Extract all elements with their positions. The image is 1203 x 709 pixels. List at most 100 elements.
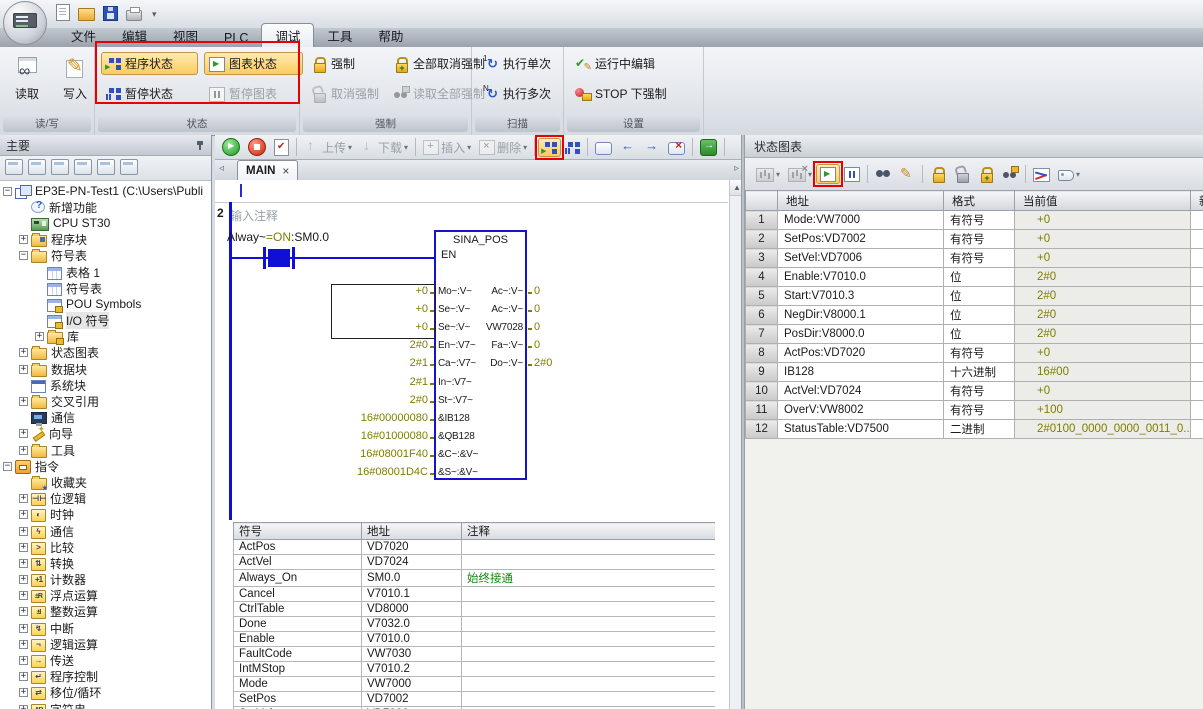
upload-button[interactable]: 上传▾ xyxy=(300,137,356,158)
dropdown-caret-icon[interactable]: ▾ xyxy=(467,143,471,152)
ribbon-button[interactable]: 强制 xyxy=(306,52,382,75)
format-cell[interactable]: 位 xyxy=(944,325,1015,344)
tree-item[interactable]: +通信 xyxy=(0,523,211,539)
comment-cell[interactable] xyxy=(462,632,716,647)
dropdown-caret-icon[interactable]: ▾ xyxy=(776,170,780,179)
tree-expander-icon[interactable]: + xyxy=(19,607,28,616)
comment-cell[interactable] xyxy=(462,555,716,570)
tree-item[interactable]: +向导 xyxy=(0,426,211,442)
symbol-cell[interactable]: Done xyxy=(234,617,362,632)
menu-tab[interactable]: 编辑 xyxy=(109,24,160,47)
dropdown-caret-icon[interactable]: ▾ xyxy=(1076,170,1080,179)
tree-expander-icon[interactable]: + xyxy=(19,365,28,374)
insert-button[interactable]: 插入▾ xyxy=(419,137,475,158)
customize-quick-access-icon[interactable]: ▾ xyxy=(152,9,157,20)
format-cell[interactable]: 位 xyxy=(944,268,1015,287)
print-button[interactable] xyxy=(126,5,142,24)
clear-bookmarks-button[interactable] xyxy=(664,138,689,157)
project-view-button[interactable] xyxy=(5,158,23,178)
ribbon-button[interactable]: 执行单次 xyxy=(478,52,564,75)
new-value-cell[interactable] xyxy=(1191,249,1203,268)
ribbon-button[interactable]: 取消强制 xyxy=(306,82,382,105)
cross-reference-view-button[interactable] xyxy=(97,158,115,178)
address-cell[interactable]: Enable:V7010.0 xyxy=(778,268,944,287)
data-block-view-button[interactable] xyxy=(74,158,92,178)
menu-tab[interactable]: PLC xyxy=(211,29,261,47)
row-number-cell[interactable]: 8 xyxy=(746,344,778,363)
tree-item[interactable]: −EP3E-PN-Test1 (C:\Users\Publi xyxy=(0,183,211,199)
comment-cell[interactable] xyxy=(462,647,716,662)
dropdown-caret-icon[interactable]: ▾ xyxy=(808,170,812,179)
address-cell[interactable]: VW7030 xyxy=(362,647,462,662)
tree-item[interactable]: +整数运算 xyxy=(0,604,211,620)
tree-item[interactable]: CPU ST30 xyxy=(0,215,211,231)
table-row[interactable]: 1Mode:VW7000有符号+0 xyxy=(746,211,1203,230)
table-row[interactable]: 9IB128十六进制16#00 xyxy=(746,363,1203,382)
table-row[interactable]: IntMStopV7010.2 xyxy=(234,662,716,677)
table-row[interactable]: 3SetVel:VD7006有符号+0 xyxy=(746,249,1203,268)
address-cell[interactable]: SetVel:VD7006 xyxy=(778,249,944,268)
tree-item[interactable]: +中断 xyxy=(0,620,211,636)
current-value-cell[interactable]: 16#00 xyxy=(1015,363,1191,382)
previous-bookmark-button[interactable] xyxy=(616,137,640,157)
current-value-cell[interactable]: 2#0100_0000_0000_0011_0... xyxy=(1015,420,1191,439)
address-cell[interactable]: SM0.0 xyxy=(362,570,462,587)
format-cell[interactable]: 位 xyxy=(944,287,1015,306)
tree-expander-icon[interactable]: + xyxy=(19,543,28,552)
format-cell[interactable]: 有符号 xyxy=(944,249,1015,268)
comment-cell[interactable] xyxy=(462,692,716,707)
read-button[interactable]: 读取 xyxy=(6,52,48,102)
comment-cell[interactable] xyxy=(462,677,716,692)
menu-tab[interactable]: 工具 xyxy=(314,24,365,47)
address-cell[interactable]: VD7002 xyxy=(362,692,462,707)
table-row[interactable]: 5Start:V7010.3位2#0 xyxy=(746,287,1203,306)
tree-item[interactable]: +转换 xyxy=(0,555,211,571)
symbol-cell[interactable]: Cancel xyxy=(234,587,362,602)
format-cell[interactable]: 二进制 xyxy=(944,420,1015,439)
tab-close-icon[interactable]: × xyxy=(282,164,289,178)
table-row[interactable]: Always_OnSM0.0始终接通 xyxy=(234,570,716,587)
tree-expander-icon[interactable]: + xyxy=(19,510,28,519)
row-number-cell[interactable]: 6 xyxy=(746,306,778,325)
current-value-cell[interactable]: 2#0 xyxy=(1015,325,1191,344)
current-value-cell[interactable]: +0 xyxy=(1015,249,1191,268)
tree-expander-icon[interactable]: − xyxy=(3,187,12,196)
toggle-bookmark-button[interactable] xyxy=(591,138,616,157)
row-number-cell[interactable]: 7 xyxy=(746,325,778,344)
tree-expander-icon[interactable]: + xyxy=(19,446,28,455)
tree-item[interactable]: 表格 1 xyxy=(0,264,211,280)
table-row[interactable]: 11OverV:VW8002有符号+100 xyxy=(746,401,1203,420)
tree-expander-icon[interactable]: + xyxy=(19,656,28,665)
table-row[interactable]: EnableV7010.0 xyxy=(234,632,716,647)
new-document-button[interactable] xyxy=(56,4,70,24)
tree-item[interactable]: +数据块 xyxy=(0,361,211,377)
download-button[interactable]: 下载▾ xyxy=(356,137,412,158)
ladder-editor[interactable]: 2 输入注释 Alway~=ON:SM0.0 SINA_POS EN +0Mo~… xyxy=(215,180,745,709)
table-row[interactable]: DoneV7032.0 xyxy=(234,617,716,632)
current-value-cell[interactable]: +0 xyxy=(1015,344,1191,363)
new-value-cell[interactable] xyxy=(1191,325,1203,344)
row-number-cell[interactable]: 1 xyxy=(746,211,778,230)
pause-status-button[interactable] xyxy=(561,138,584,157)
pause-chart-button[interactable] xyxy=(840,164,864,184)
tree-expander-icon[interactable]: + xyxy=(19,705,28,709)
ribbon-button[interactable]: 运行中编辑 xyxy=(570,52,706,75)
tree-expander-icon[interactable]: + xyxy=(19,672,28,681)
new-value-cell[interactable] xyxy=(1191,268,1203,287)
tree-item[interactable]: 符号表 xyxy=(0,280,211,296)
ribbon-button[interactable]: 执行多次 xyxy=(478,82,564,105)
next-bookmark-button[interactable] xyxy=(640,137,664,157)
address-cell[interactable]: IB128 xyxy=(778,363,944,382)
communications-view-button[interactable] xyxy=(120,158,138,178)
address-cell[interactable]: V7010.0 xyxy=(362,632,462,647)
row-number-cell[interactable]: 2 xyxy=(746,230,778,249)
symbol-cell[interactable]: Mode xyxy=(234,677,362,692)
tree-expander-icon[interactable]: + xyxy=(19,235,28,244)
ribbon-button[interactable]: 程序状态 xyxy=(101,52,198,75)
program-status-button[interactable] xyxy=(538,138,561,157)
address-cell[interactable]: PosDir:V8000.0 xyxy=(778,325,944,344)
comment-cell[interactable] xyxy=(462,587,716,602)
table-row[interactable]: 7PosDir:V8000.0位2#0 xyxy=(746,325,1203,344)
compile-button[interactable] xyxy=(270,137,293,158)
tab-main[interactable]: MAIN × xyxy=(237,160,298,180)
